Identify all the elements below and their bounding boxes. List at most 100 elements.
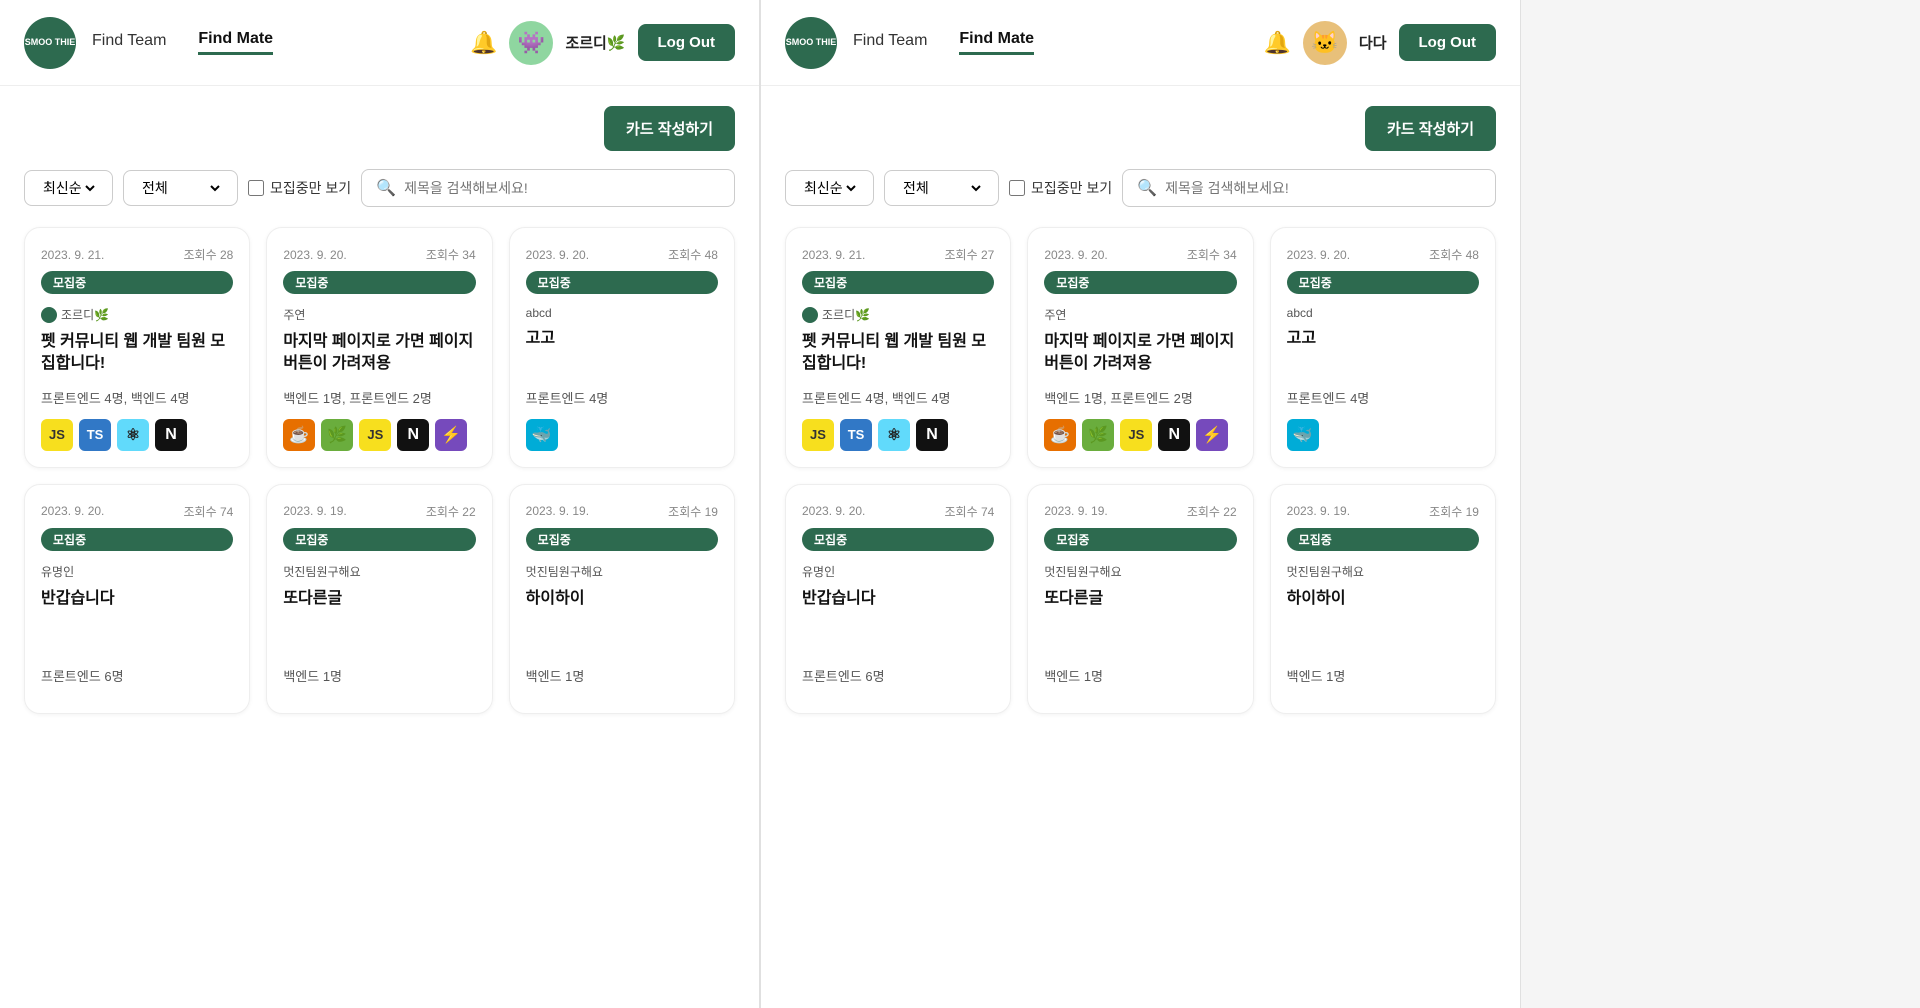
nav-right: 🔔 🐱 다다 Log Out — [1264, 21, 1497, 65]
card-date: 2023. 9. 19. — [1287, 504, 1350, 518]
card-title: 마지막 페이지로 가면 페이지 버튼이 가려져용 — [283, 331, 475, 376]
card-date: 2023. 9. 19. — [526, 504, 589, 518]
bell-icon[interactable]: 🔔 — [1264, 30, 1291, 56]
card-roles: 프론트엔드 6명 — [41, 666, 233, 685]
card-views: 조회수 19 — [668, 503, 718, 520]
card-date: 2023. 9. 20. — [526, 248, 589, 262]
write-card-button[interactable]: 카드 작성하기 — [604, 106, 735, 151]
tech-icon-js: JS — [41, 419, 73, 451]
card-views: 조회수 27 — [945, 246, 995, 263]
card-item[interactable]: 2023. 9. 19. 조회수 22 모집중 멋진팀원구해요 또다른글 백엔드… — [1027, 484, 1253, 714]
tech-icon-next: N — [916, 419, 948, 451]
card-title: 마지막 페이지로 가면 페이지 버튼이 가려져용 — [1044, 331, 1236, 376]
nav-find-mate[interactable]: Find Mate — [959, 30, 1034, 55]
card-roles: 백엔드 1명 — [1044, 666, 1236, 685]
card-roles: 프론트엔드 4명 — [526, 388, 718, 407]
card-subtitle: 멋진팀원구해요 — [1044, 563, 1236, 580]
tech-icon-js: JS — [802, 419, 834, 451]
search-input[interactable] — [1165, 180, 1481, 196]
card-title: 반갑습니다 — [802, 588, 994, 654]
main-content: 카드 작성하기 최신순인기순 전체프론트엔드백엔드 — [761, 86, 1520, 1008]
recruiting-badge: 모집중 — [802, 528, 994, 551]
tech-icons-list: JSTS⚛N — [802, 419, 994, 451]
tech-icon-java: ☕ — [1044, 419, 1076, 451]
category-select-box[interactable]: 전체프론트엔드백엔드 — [123, 170, 238, 206]
sort-select-box[interactable]: 최신순인기순 — [24, 170, 113, 206]
card-views: 조회수 34 — [426, 246, 476, 263]
recruiting-badge: 모집중 — [41, 528, 233, 551]
logout-button[interactable]: Log Out — [1399, 24, 1496, 61]
card-date: 2023. 9. 21. — [802, 248, 865, 262]
panel-right: SMOO THIE Find Team Find Mate 🔔 🐱 다다 Log… — [761, 0, 1521, 1008]
card-item[interactable]: 2023. 9. 19. 조회수 19 모집중 멋진팀원구해요 하이하이 백엔드… — [509, 484, 735, 714]
search-box: 🔍 — [1122, 169, 1496, 207]
card-item[interactable]: 2023. 9. 19. 조회수 19 모집중 멋진팀원구해요 하이하이 백엔드… — [1270, 484, 1496, 714]
card-item[interactable]: 2023. 9. 19. 조회수 22 모집중 멋진팀원구해요 또다른글 백엔드… — [266, 484, 492, 714]
recruiting-badge: 모집중 — [802, 271, 994, 294]
card-meta: 2023. 9. 20. 조회수 34 — [283, 246, 475, 263]
card-meta: 2023. 9. 20. 조회수 74 — [802, 503, 994, 520]
card-item[interactable]: 2023. 9. 20. 조회수 74 모집중 유명인 반갑습니다 프론트엔드 … — [785, 484, 1011, 714]
card-item[interactable]: 2023. 9. 21. 조회수 27 모집중 조르디🌿 펫 커뮤니티 웹 개발… — [785, 227, 1011, 468]
sort-select[interactable]: 최신순인기순 — [800, 179, 859, 197]
tech-icon-java: ☕ — [283, 419, 315, 451]
recruiting-only-checkbox[interactable] — [1009, 180, 1025, 196]
sort-select[interactable]: 최신순인기순 — [39, 179, 98, 197]
logout-button[interactable]: Log Out — [638, 24, 735, 61]
card-roles: 프론트엔드 6명 — [802, 666, 994, 685]
nav-find-team[interactable]: Find Team — [92, 32, 166, 54]
search-input[interactable] — [404, 180, 720, 196]
card-views: 조회수 34 — [1187, 246, 1237, 263]
category-select-box[interactable]: 전체프론트엔드백엔드 — [884, 170, 999, 206]
card-meta: 2023. 9. 21. 조회수 27 — [802, 246, 994, 263]
filter-row: 최신순인기순 전체프론트엔드백엔드 모집중만 보기 🔍 — [24, 169, 735, 207]
nav-find-mate[interactable]: Find Mate — [198, 30, 273, 55]
card-title: 하이하이 — [526, 588, 718, 654]
bell-icon[interactable]: 🔔 — [470, 30, 497, 56]
category-select[interactable]: 전체프론트엔드백엔드 — [138, 179, 223, 197]
tech-icon-spring: 🌿 — [321, 419, 353, 451]
tech-icon-react: ⚛ — [117, 419, 149, 451]
navbar: SMOO THIE Find Team Find Mate 🔔 👾 조르디🌿 L… — [0, 0, 759, 86]
card-item[interactable]: 2023. 9. 21. 조회수 28 모집중 조르디🌿 펫 커뮤니티 웹 개발… — [24, 227, 250, 468]
card-item[interactable]: 2023. 9. 20. 조회수 48 모집중 abcd 고고 프론트엔드 4명… — [509, 227, 735, 468]
panel-left: SMOO THIE Find Team Find Mate 🔔 👾 조르디🌿 L… — [0, 0, 760, 1008]
recruiting-only-label[interactable]: 모집중만 보기 — [248, 178, 351, 198]
card-item[interactable]: 2023. 9. 20. 조회수 34 모집중 주연 마지막 페이지로 가면 페… — [1027, 227, 1253, 468]
tech-icon-redux: ⚡ — [1196, 419, 1228, 451]
tech-icon-js: JS — [1120, 419, 1152, 451]
nav-links: Find Team Find Mate — [853, 30, 1248, 55]
card-item[interactable]: 2023. 9. 20. 조회수 74 모집중 유명인 반갑습니다 프론트엔드 … — [24, 484, 250, 714]
card-title: 하이하이 — [1287, 588, 1479, 654]
category-select[interactable]: 전체프론트엔드백엔드 — [899, 179, 984, 197]
card-subtitle: 멋진팀원구해요 — [283, 563, 475, 580]
logo[interactable]: SMOO THIE — [24, 17, 76, 69]
username: 다다 — [1359, 32, 1387, 53]
card-subtitle: 주연 — [1044, 306, 1236, 323]
write-card-button[interactable]: 카드 작성하기 — [1365, 106, 1496, 151]
tech-icon-spring: 🌿 — [1082, 419, 1114, 451]
card-date: 2023. 9. 20. — [1044, 248, 1107, 262]
avatar: 👾 — [509, 21, 553, 65]
card-meta: 2023. 9. 19. 조회수 22 — [1044, 503, 1236, 520]
card-subtitle: abcd — [1287, 306, 1479, 320]
nav-find-team[interactable]: Find Team — [853, 32, 927, 54]
tech-icon-ts: TS — [79, 419, 111, 451]
card-subtitle: abcd — [526, 306, 718, 320]
card-roles: 백엔드 1명, 프론트엔드 2명 — [283, 388, 475, 407]
recruiting-badge: 모집중 — [526, 528, 718, 551]
logo[interactable]: SMOO THIE — [785, 17, 837, 69]
recruiting-badge: 모집중 — [1287, 528, 1479, 551]
avatar: 🐱 — [1303, 21, 1347, 65]
card-roles: 백엔드 1명 — [283, 666, 475, 685]
card-views: 조회수 74 — [184, 503, 234, 520]
card-item[interactable]: 2023. 9. 20. 조회수 48 모집중 abcd 고고 프론트엔드 4명… — [1270, 227, 1496, 468]
card-item[interactable]: 2023. 9. 20. 조회수 34 모집중 주연 마지막 페이지로 가면 페… — [266, 227, 492, 468]
recruiting-only-checkbox[interactable] — [248, 180, 264, 196]
recruiting-only-label[interactable]: 모집중만 보기 — [1009, 178, 1112, 198]
sort-select-box[interactable]: 최신순인기순 — [785, 170, 874, 206]
card-roles: 백엔드 1명 — [526, 666, 718, 685]
card-author: 조르디🌿 — [41, 306, 233, 323]
main-content: 카드 작성하기 최신순인기순 전체프론트엔드백엔드 — [0, 86, 759, 1008]
card-title: 펫 커뮤니티 웹 개발 팀원 모집합니다! — [41, 331, 233, 376]
